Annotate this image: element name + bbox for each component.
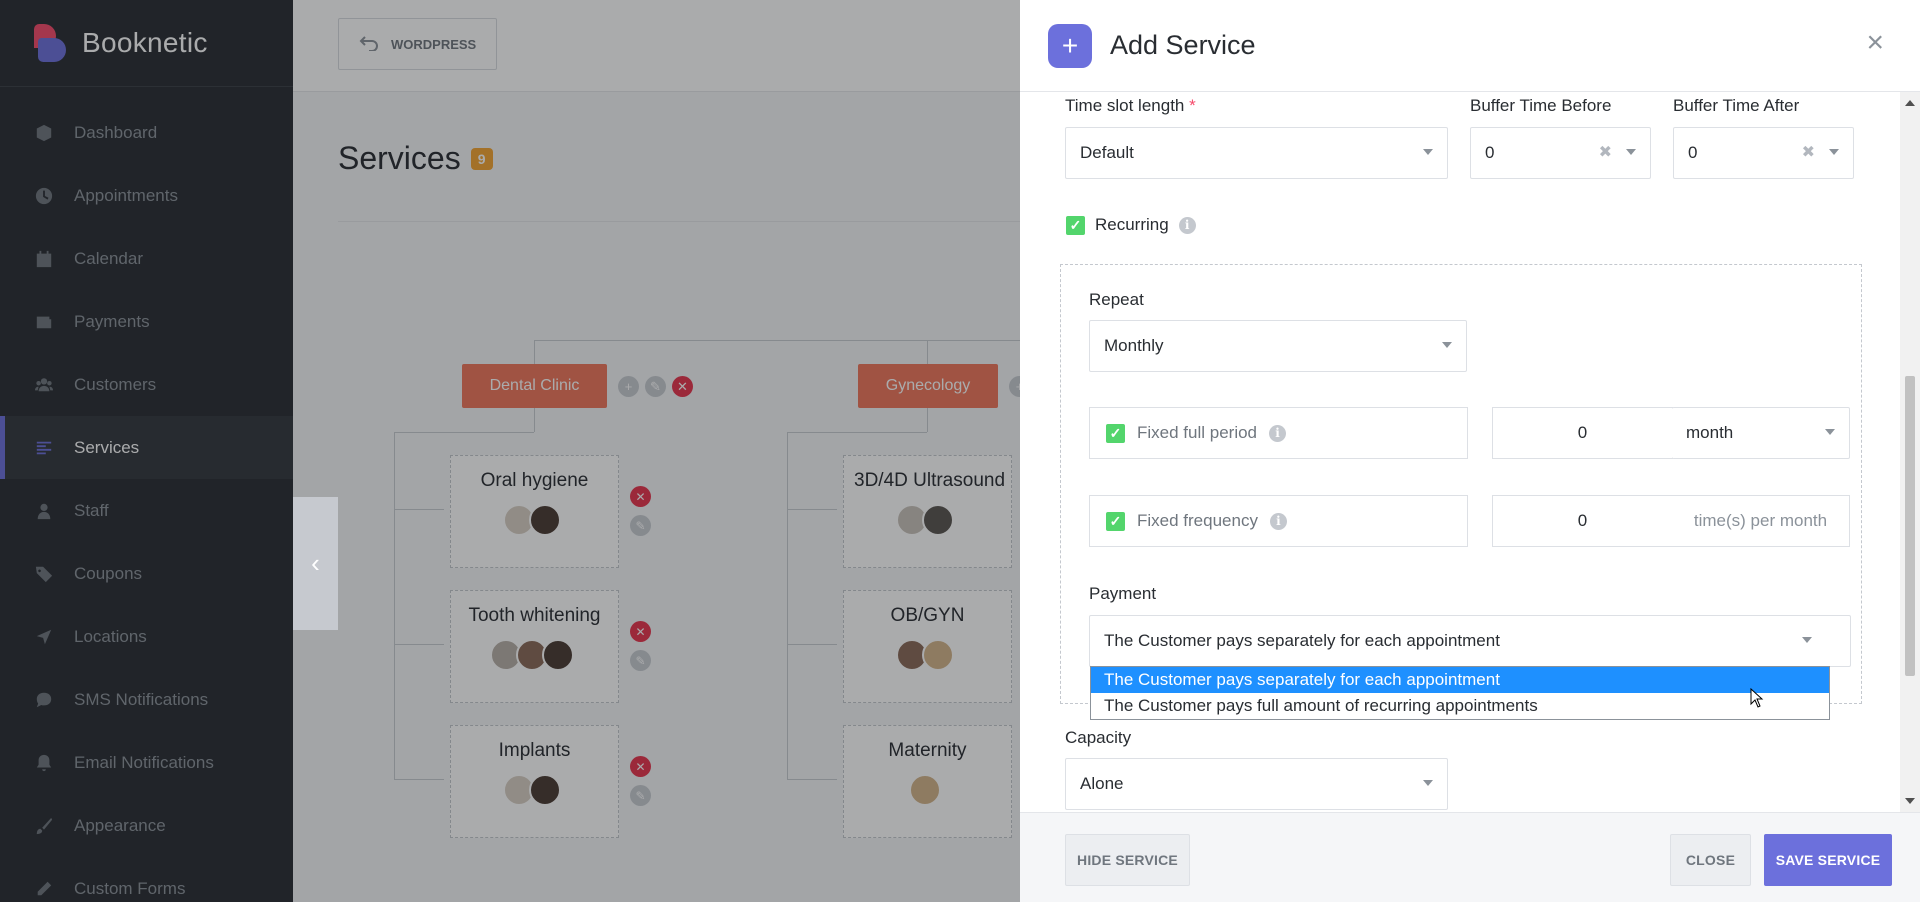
required-marker: * (1189, 96, 1196, 115)
buffer-before-select[interactable]: 0 ✖ (1470, 127, 1651, 179)
fixed-frequency-value: 0 (1577, 511, 1588, 530)
panel-header: + Add Service × (1020, 0, 1920, 92)
checkbox-checked-icon[interactable]: ✓ (1106, 423, 1125, 443)
scrollbar-thumb[interactable] (1905, 376, 1915, 676)
checkbox-checked-icon[interactable]: ✓ (1066, 215, 1085, 235)
buffer-after-value: 0 (1688, 143, 1698, 162)
capacity-select[interactable]: Alone (1065, 758, 1448, 810)
chevron-down-icon (1802, 637, 1812, 643)
clear-icon[interactable]: ✖ (1802, 142, 1815, 162)
scroll-down-icon[interactable] (1905, 798, 1915, 804)
time-slot-select[interactable]: Default (1065, 127, 1448, 179)
panel-title: Add Service (1110, 30, 1256, 60)
fixed-full-period-toggle[interactable]: ✓ Fixed full period i (1089, 407, 1468, 459)
fixed-full-period-input[interactable]: 0 (1492, 407, 1673, 459)
add-service-panel: + Add Service × Time slot length * Defau… (1020, 0, 1920, 902)
fixed-frequency-input[interactable]: 0 (1492, 495, 1673, 547)
collapse-panel-button[interactable]: ‹ (293, 497, 338, 630)
info-icon[interactable]: i (1269, 424, 1287, 442)
panel-scrollbar[interactable] (1900, 92, 1920, 812)
info-icon[interactable]: i (1178, 216, 1196, 234)
fixed-frequency-toggle[interactable]: ✓ Fixed frequency i (1089, 495, 1468, 547)
fixed-full-period-label: Fixed full period (1137, 423, 1258, 442)
chevron-down-icon (1626, 149, 1636, 155)
frequency-unit-label: time(s) per month (1672, 495, 1850, 547)
repeat-label: Repeat (1089, 290, 1144, 309)
chevron-down-icon (1423, 780, 1433, 786)
chevron-down-icon (1423, 149, 1433, 155)
hide-service-button[interactable]: HIDE SERVICE (1065, 834, 1190, 886)
buffer-after-label: Buffer Time After (1673, 96, 1800, 115)
modal-backdrop[interactable] (0, 0, 1020, 902)
payment-label: Payment (1089, 584, 1157, 603)
checkbox-checked-icon[interactable]: ✓ (1106, 511, 1125, 531)
chevron-down-icon (1829, 149, 1839, 155)
chevron-left-icon: ‹ (311, 548, 320, 578)
fixed-full-period-value: 0 (1577, 423, 1588, 442)
payment-dropdown-list: The Customer pays separately for each ap… (1090, 666, 1830, 720)
clear-icon[interactable]: ✖ (1599, 142, 1612, 162)
close-icon[interactable]: × (1866, 28, 1884, 58)
close-button[interactable]: CLOSE (1670, 834, 1751, 886)
capacity-label: Capacity (1065, 728, 1132, 747)
frequency-unit-text: time(s) per month (1693, 511, 1828, 530)
recurring-toggle[interactable]: ✓ Recurring i (1066, 215, 1196, 235)
buffer-before-value: 0 (1485, 143, 1495, 162)
scroll-up-icon[interactable] (1905, 100, 1915, 106)
payment-select[interactable]: The Customer pays separately for each ap… (1089, 615, 1851, 667)
payment-value: The Customer pays separately for each ap… (1104, 631, 1500, 650)
time-slot-label-text: Time slot length (1065, 96, 1185, 115)
time-slot-value: Default (1080, 143, 1134, 162)
plus-icon: + (1048, 23, 1092, 68)
buffer-after-select[interactable]: 0 ✖ (1673, 127, 1854, 179)
period-unit-select[interactable]: month (1672, 407, 1850, 459)
capacity-value: Alone (1080, 774, 1124, 793)
chevron-down-icon (1442, 342, 1452, 348)
fixed-frequency-label: Fixed frequency (1137, 511, 1258, 530)
repeat-select[interactable]: Monthly (1089, 320, 1467, 372)
payment-option[interactable]: The Customer pays full amount of recurri… (1091, 693, 1829, 719)
time-slot-label: Time slot length * (1065, 96, 1196, 116)
period-unit-value: month (1686, 423, 1734, 442)
save-service-button[interactable]: SAVE SERVICE (1764, 834, 1892, 886)
payment-option[interactable]: The Customer pays separately for each ap… (1091, 667, 1829, 693)
panel-body: Time slot length * Default Buffer Time B… (1020, 92, 1920, 812)
mouse-cursor-icon (1750, 687, 1764, 713)
panel-footer: HIDE SERVICE CLOSE SAVE SERVICE (1020, 812, 1920, 902)
buffer-before-label: Buffer Time Before (1470, 96, 1612, 115)
info-icon[interactable]: i (1269, 512, 1287, 530)
recurring-label: Recurring (1095, 215, 1169, 234)
chevron-down-icon (1825, 429, 1835, 435)
repeat-value: Monthly (1104, 336, 1164, 355)
